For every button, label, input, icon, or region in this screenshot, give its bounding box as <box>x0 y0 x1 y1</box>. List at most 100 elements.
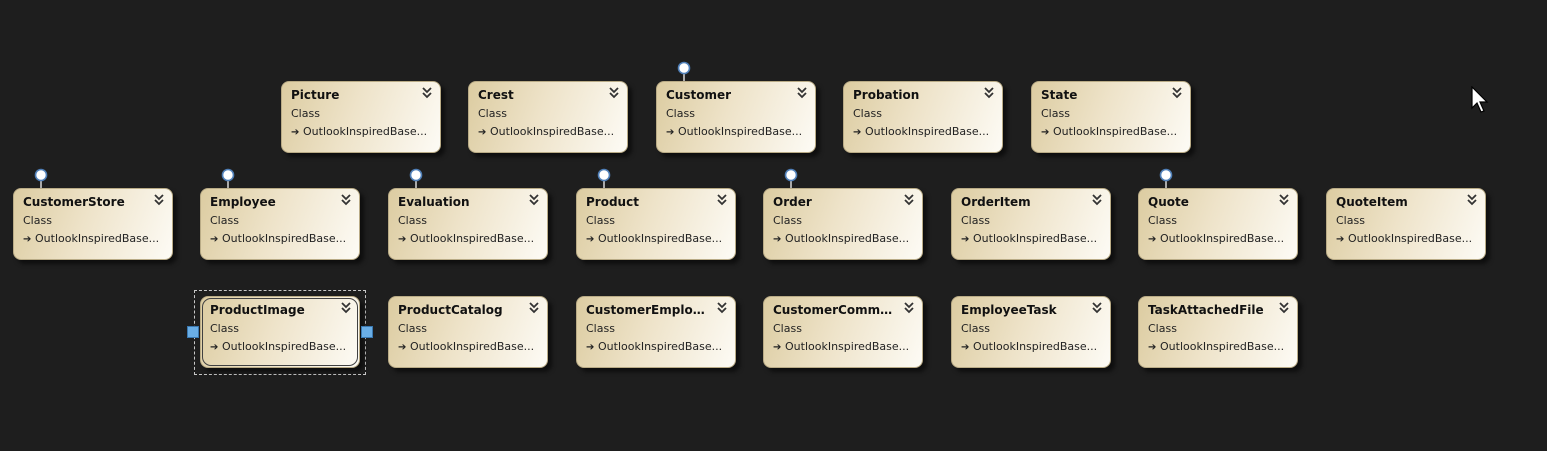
double-chevron-down-icon[interactable] <box>607 86 621 100</box>
inheritance-arrow-icon: ➔ <box>853 127 862 138</box>
base-class-name: OutlookInspiredBase... <box>865 125 990 138</box>
double-chevron-down-icon[interactable] <box>982 86 996 100</box>
class-shape-customerstore[interactable]: CustomerStore Class ➔ OutlookInspiredBase..… <box>13 188 173 260</box>
inheritance-arrow-icon: ➔ <box>210 234 219 245</box>
class-kind: Class <box>586 322 615 335</box>
base-class-name: OutlookInspiredBase... <box>973 340 1098 353</box>
inheritance-arrow-icon: ➔ <box>291 127 300 138</box>
base-class-name: OutlookInspiredBase... <box>1348 232 1473 245</box>
base-class-row: ➔ OutlookInspiredBase... <box>210 232 356 245</box>
double-chevron-down-icon[interactable] <box>1170 86 1184 100</box>
inheritance-arrow-icon: ➔ <box>773 234 782 245</box>
class-shape-orderitem[interactable]: OrderItem Class ➔ OutlookInspiredBase... <box>951 188 1111 260</box>
class-name: Order <box>773 195 812 209</box>
class-shape-productcatalog[interactable]: ProductCatalog Class ➔ OutlookInspiredBase.… <box>388 296 548 368</box>
inheritance-arrow-icon: ➔ <box>961 234 970 245</box>
inheritance-arrow-icon: ➔ <box>398 342 407 353</box>
inheritance-arrow-icon: ➔ <box>586 342 595 353</box>
base-class-name: OutlookInspiredBase... <box>222 340 347 353</box>
interface-lollipop-icon[interactable] <box>408 168 424 188</box>
base-class-row: ➔ OutlookInspiredBase... <box>1041 125 1187 138</box>
double-chevron-down-icon[interactable] <box>715 193 729 207</box>
resize-handle-left[interactable] <box>187 326 199 338</box>
class-name: OrderItem <box>961 195 1031 209</box>
base-class-row: ➔ OutlookInspiredBase... <box>1148 340 1294 353</box>
double-chevron-down-icon[interactable] <box>152 193 166 207</box>
double-chevron-down-icon[interactable] <box>902 301 916 315</box>
class-shape-product[interactable]: Product Class ➔ OutlookInspiredBase... <box>576 188 736 260</box>
double-chevron-down-icon[interactable] <box>1465 193 1479 207</box>
interface-lollipop-icon[interactable] <box>220 168 236 188</box>
class-name: TaskAttachedFile <box>1148 303 1264 317</box>
base-class-name: OutlookInspiredBase... <box>490 125 615 138</box>
class-name: Evaluation <box>398 195 470 209</box>
class-kind: Class <box>773 214 802 227</box>
resize-handle-right[interactable] <box>361 326 373 338</box>
base-class-name: OutlookInspiredBase... <box>598 232 723 245</box>
class-kind: Class <box>23 214 52 227</box>
double-chevron-down-icon[interactable] <box>1090 301 1104 315</box>
class-kind: Class <box>666 107 695 120</box>
class-shape-customercomm[interactable]: CustomerComm... Class ➔ OutlookInspiredBase… <box>763 296 923 368</box>
class-name: Customer <box>666 88 732 102</box>
class-kind: Class <box>291 107 320 120</box>
double-chevron-down-icon[interactable] <box>420 86 434 100</box>
double-chevron-down-icon[interactable] <box>339 193 353 207</box>
double-chevron-down-icon[interactable] <box>527 193 541 207</box>
interface-lollipop-icon[interactable] <box>33 168 49 188</box>
class-shape-customer[interactable]: Customer Class ➔ OutlookInspiredBase... <box>656 81 816 153</box>
class-shape-crest[interactable]: Crest Class ➔ OutlookInspiredBase... <box>468 81 628 153</box>
class-name: CustomerEmplo... <box>586 303 706 317</box>
class-shape-probation[interactable]: Probation Class ➔ OutlookInspiredBase... <box>843 81 1003 153</box>
double-chevron-down-icon[interactable] <box>795 86 809 100</box>
class-shape-employee[interactable]: Employee Class ➔ OutlookInspiredBase... <box>200 188 360 260</box>
base-class-row: ➔ OutlookInspiredBase... <box>210 340 356 353</box>
class-shape-employeetask[interactable]: EmployeeTask Class ➔ OutlookInspiredBase... <box>951 296 1111 368</box>
class-shape-picture[interactable]: Picture Class ➔ OutlookInspiredBase... <box>281 81 441 153</box>
inheritance-arrow-icon: ➔ <box>1148 342 1157 353</box>
base-class-row: ➔ OutlookInspiredBase... <box>586 232 732 245</box>
base-class-row: ➔ OutlookInspiredBase... <box>961 340 1107 353</box>
double-chevron-down-icon[interactable] <box>715 301 729 315</box>
class-shape-taskattachedfile[interactable]: TaskAttachedFile Class ➔ OutlookInspiredBas… <box>1138 296 1298 368</box>
class-shape-productimage[interactable]: ProductImage Class ➔ OutlookInspiredBase... <box>200 296 360 368</box>
class-kind: Class <box>961 322 990 335</box>
double-chevron-down-icon[interactable] <box>527 301 541 315</box>
class-kind: Class <box>398 214 427 227</box>
base-class-name: OutlookInspiredBase... <box>785 232 910 245</box>
class-name: Product <box>586 195 639 209</box>
inheritance-arrow-icon: ➔ <box>1148 234 1157 245</box>
base-class-name: OutlookInspiredBase... <box>410 232 535 245</box>
base-class-row: ➔ OutlookInspiredBase... <box>773 232 919 245</box>
mouse-pointer-icon <box>1471 86 1489 113</box>
class-name: State <box>1041 88 1078 102</box>
interface-lollipop-icon[interactable] <box>1158 168 1174 188</box>
class-kind: Class <box>398 322 427 335</box>
interface-lollipop-icon[interactable] <box>783 168 799 188</box>
class-shape-customeremplo[interactable]: CustomerEmplo... Class ➔ OutlookInspiredBas… <box>576 296 736 368</box>
class-shape-quoteitem[interactable]: QuoteItem Class ➔ OutlookInspiredBase... <box>1326 188 1486 260</box>
interface-lollipop-icon[interactable] <box>596 168 612 188</box>
class-shape-state[interactable]: State Class ➔ OutlookInspiredBase... <box>1031 81 1191 153</box>
double-chevron-down-icon[interactable] <box>1090 193 1104 207</box>
class-kind: Class <box>586 214 615 227</box>
interface-lollipop-icon[interactable] <box>676 61 692 81</box>
base-class-name: OutlookInspiredBase... <box>35 232 160 245</box>
double-chevron-down-icon[interactable] <box>902 193 916 207</box>
class-shape-quote[interactable]: Quote Class ➔ OutlookInspiredBase... <box>1138 188 1298 260</box>
class-kind: Class <box>1148 214 1177 227</box>
base-class-name: OutlookInspiredBase... <box>973 232 1098 245</box>
class-name: Employee <box>210 195 276 209</box>
base-class-row: ➔ OutlookInspiredBase... <box>23 232 169 245</box>
class-name: CustomerStore <box>23 195 125 209</box>
double-chevron-down-icon[interactable] <box>339 301 353 315</box>
class-diagram-canvas[interactable]: Picture Class ➔ OutlookInspiredBase... Crest… <box>0 0 1547 451</box>
class-shape-order[interactable]: Order Class ➔ OutlookInspiredBase... <box>763 188 923 260</box>
double-chevron-down-icon[interactable] <box>1277 193 1291 207</box>
double-chevron-down-icon[interactable] <box>1277 301 1291 315</box>
class-shape-evaluation[interactable]: Evaluation Class ➔ OutlookInspiredBase... <box>388 188 548 260</box>
base-class-row: ➔ OutlookInspiredBase... <box>586 340 732 353</box>
class-name: EmployeeTask <box>961 303 1057 317</box>
base-class-row: ➔ OutlookInspiredBase... <box>853 125 999 138</box>
base-class-row: ➔ OutlookInspiredBase... <box>398 232 544 245</box>
